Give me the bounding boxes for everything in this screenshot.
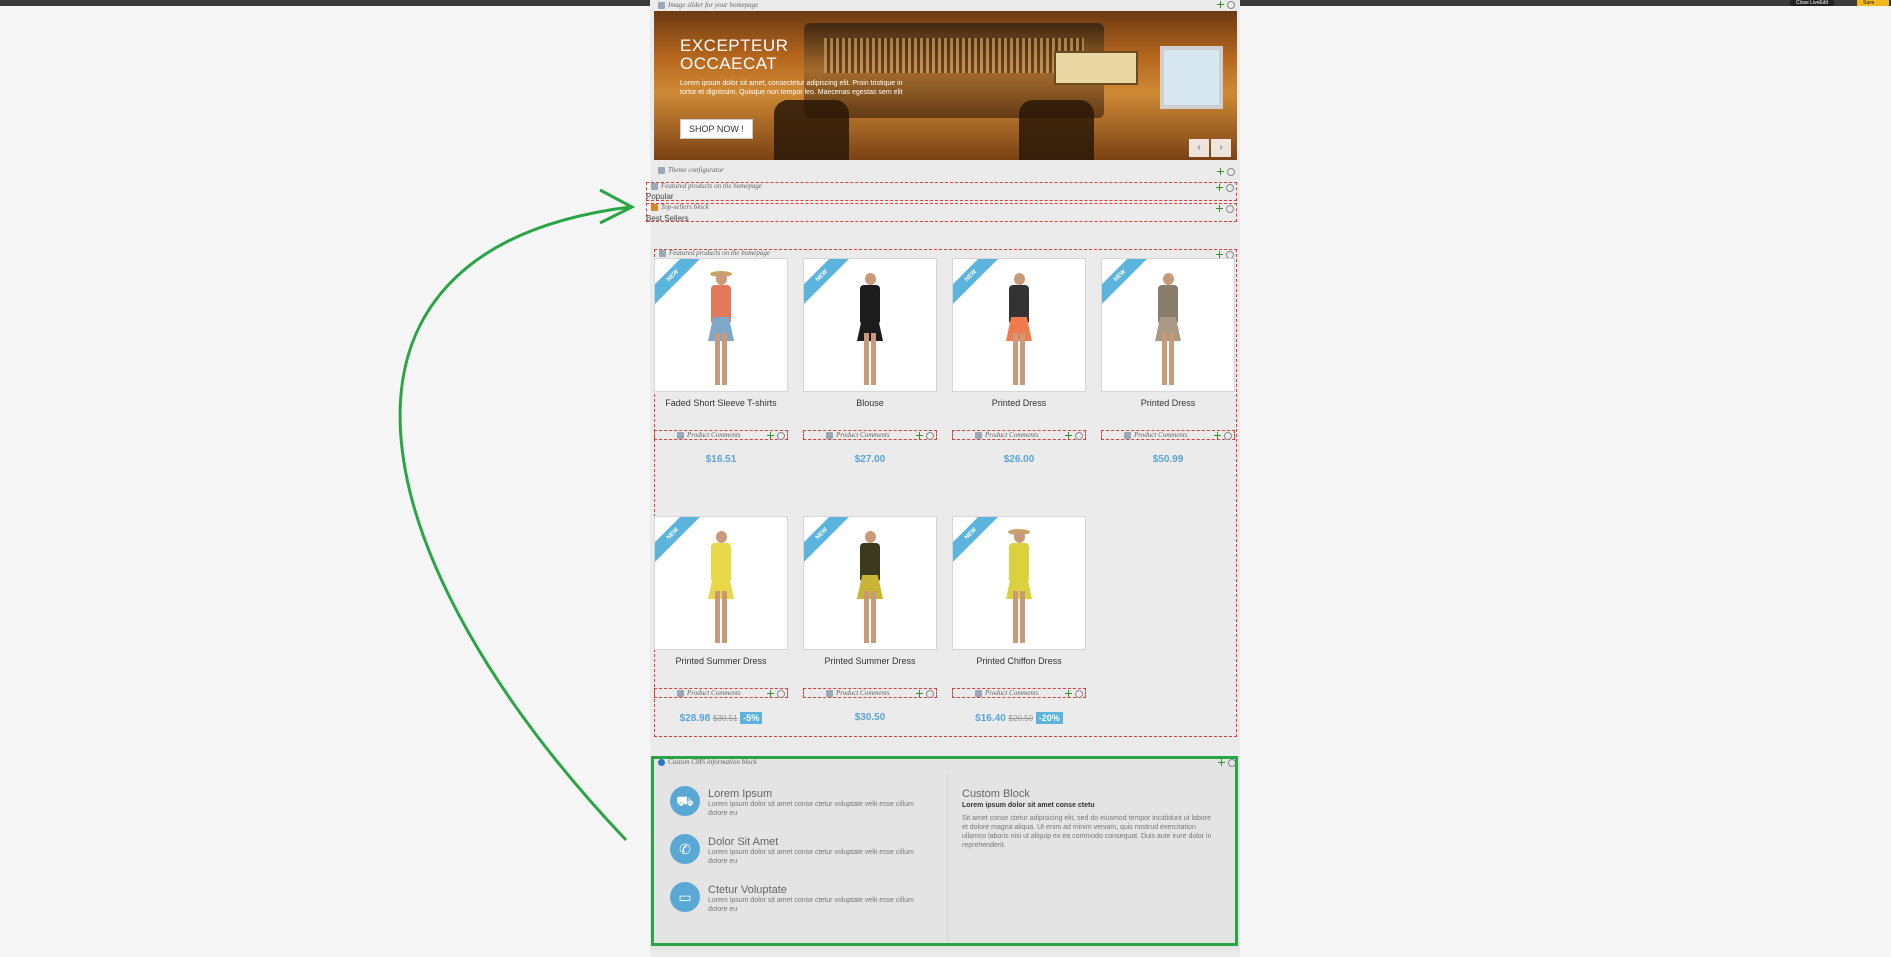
annotation-arrow — [398, 188, 636, 842]
arrow-path — [398, 205, 631, 842]
